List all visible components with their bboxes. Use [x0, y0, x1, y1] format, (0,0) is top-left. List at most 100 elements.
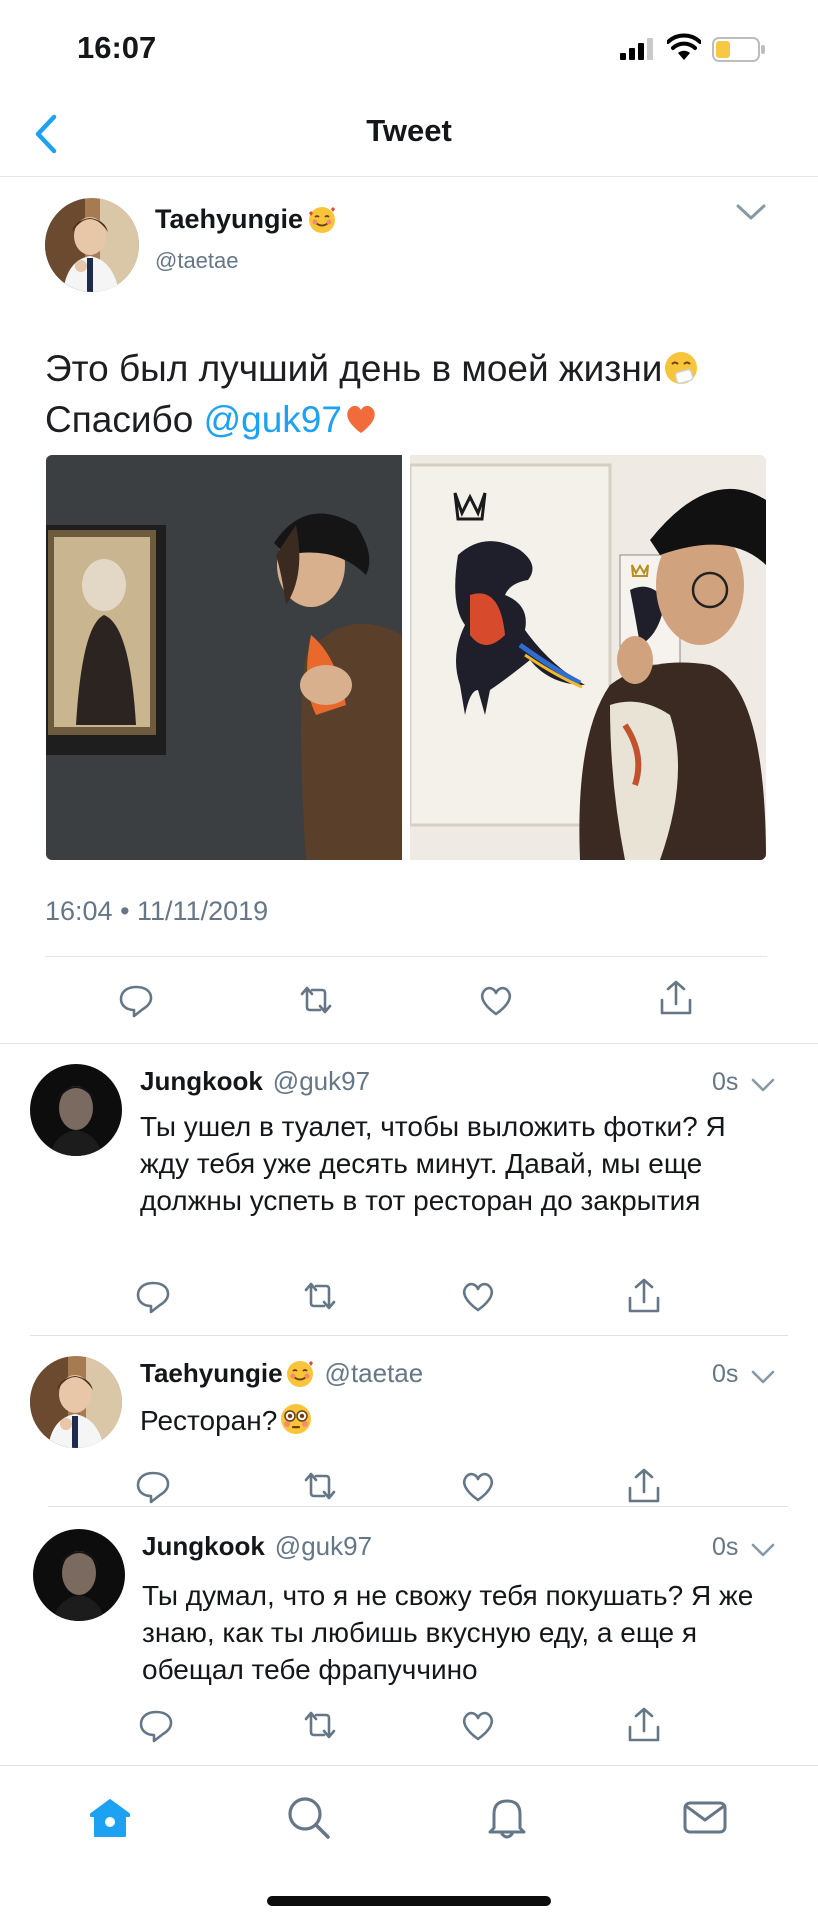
avatar[interactable]	[30, 1064, 122, 1156]
heart-icon	[480, 986, 512, 1016]
author-name[interactable]: Taehyungie	[155, 204, 337, 235]
reply-button[interactable]	[136, 1705, 176, 1745]
status-time: 16:07	[77, 30, 157, 65]
reply-text: Ты думал, что я не свожу тебя покушать? …	[142, 1580, 754, 1685]
chevron-down-icon	[736, 204, 766, 220]
tweet-photo-left[interactable]	[46, 455, 402, 860]
share-button[interactable]	[656, 978, 696, 1018]
heart-icon	[462, 1472, 494, 1502]
author-handle[interactable]: @taetae	[155, 248, 239, 274]
reply-author-name[interactable]: Jungkook	[142, 1531, 265, 1562]
reply-header: Jungkook @guk97	[142, 1531, 372, 1562]
retweet-icon	[300, 986, 332, 1014]
tab-messages[interactable]	[680, 1792, 730, 1842]
reply-button[interactable]	[116, 980, 156, 1020]
tab-home[interactable]	[85, 1792, 135, 1842]
tab-search[interactable]	[283, 1792, 333, 1842]
author-name-text: Taehyungie	[155, 204, 304, 234]
divider	[45, 956, 767, 957]
reply-button[interactable]	[133, 1276, 173, 1316]
page-title: Tweet	[366, 113, 452, 148]
avatar[interactable]	[33, 1529, 125, 1621]
like-button[interactable]	[458, 1466, 498, 1506]
reply-tweet[interactable]: Taehyungie @taetae 0s Ресторан?	[0, 1336, 818, 1516]
messages-icon	[683, 1801, 727, 1834]
heart-icon	[462, 1711, 494, 1741]
retweet-icon	[304, 1282, 336, 1310]
reply-time: 0s	[712, 1068, 739, 1096]
reply-tweet[interactable]: Jungkook @guk97 0s Ты думал, что я не св…	[0, 1507, 818, 1765]
retweet-button[interactable]	[296, 980, 336, 1020]
share-button[interactable]	[624, 1705, 664, 1745]
avatar[interactable]	[30, 1356, 122, 1448]
tweet-actions	[0, 978, 818, 1022]
home-icon	[90, 1799, 130, 1837]
share-icon	[628, 1468, 660, 1503]
share-button[interactable]	[624, 1276, 664, 1316]
tab-notifications[interactable]	[482, 1792, 532, 1842]
reply-button[interactable]	[133, 1466, 173, 1506]
battery-icon	[712, 37, 766, 62]
reply-icon	[139, 1710, 173, 1743]
reply-actions	[0, 1705, 818, 1749]
like-button[interactable]	[458, 1705, 498, 1745]
reply-header: Jungkook @guk97	[140, 1066, 370, 1097]
notifications-icon	[488, 1799, 526, 1839]
mention-link[interactable]: @guk97	[204, 399, 342, 440]
reply-options-button[interactable]	[750, 1076, 776, 1094]
reply-icon	[136, 1471, 170, 1504]
tweet-photo-right[interactable]	[410, 455, 766, 860]
reply-author-handle[interactable]: @taetae	[325, 1358, 424, 1389]
reply-text-content: Ресторан?	[140, 1405, 278, 1436]
reply-author-handle[interactable]: @guk97	[275, 1531, 372, 1562]
reply-text: Ресторан?	[140, 1402, 780, 1439]
reply-icon	[136, 1281, 170, 1314]
share-icon	[660, 980, 692, 1015]
smiling-face-with-hearts-icon	[285, 1359, 315, 1389]
chevron-down-icon	[751, 1543, 775, 1557]
wifi-icon	[667, 33, 701, 61]
chevron-down-icon	[751, 1078, 775, 1092]
tweet-text: Это был лучший день в моей жизни Спасибо…	[45, 343, 765, 445]
smiling-face-with-hearts-icon	[307, 205, 337, 235]
reply-header: Taehyungie @taetae	[140, 1358, 423, 1389]
retweet-button[interactable]	[300, 1705, 340, 1745]
search-icon	[288, 1797, 330, 1839]
reply-icon	[119, 985, 153, 1018]
sneezing-face-icon	[662, 349, 700, 387]
reply-actions	[0, 1466, 818, 1510]
retweet-button[interactable]	[300, 1276, 340, 1316]
navigation-bar: Tweet	[0, 95, 818, 177]
retweet-button[interactable]	[300, 1466, 340, 1506]
reply-author-handle[interactable]: @guk97	[273, 1066, 370, 1097]
reply-author-name[interactable]: Jungkook	[140, 1066, 263, 1097]
reply-options-button[interactable]	[750, 1368, 776, 1386]
flushed-face-icon	[279, 1402, 313, 1436]
share-button[interactable]	[624, 1466, 664, 1506]
orange-heart-icon	[342, 400, 380, 438]
status-bar: 16:07	[0, 0, 818, 95]
retweet-icon	[304, 1472, 336, 1500]
reply-options-button[interactable]	[750, 1541, 776, 1559]
share-icon	[628, 1278, 660, 1313]
tweet-text-part: Спасибо	[45, 399, 204, 440]
reply-actions	[0, 1276, 818, 1320]
reply-time: 0s	[712, 1360, 739, 1388]
avatar[interactable]	[45, 198, 139, 292]
cellular-signal-icon	[620, 38, 656, 60]
chevron-down-icon	[751, 1370, 775, 1384]
like-button[interactable]	[458, 1276, 498, 1316]
tweet-timestamp: 16:04 • 11/11/2019	[45, 896, 269, 926]
tweet-detail-screen: 16:07 Tweet Taehyungie @taetae Это был л…	[0, 0, 818, 1920]
reply-author-name[interactable]: Taehyungie	[140, 1358, 283, 1389]
reply-time: 0s	[712, 1533, 739, 1561]
main-tweet: Taehyungie @taetae Это был лучший день в…	[0, 178, 818, 1043]
reply-text: Ты ушел в туалет, чтобы выложить фотки? …	[140, 1111, 726, 1216]
tweet-text-part: Это был лучший день в моей жизни	[45, 348, 663, 389]
tweet-options-button[interactable]	[734, 200, 768, 224]
reply-tweet[interactable]: Jungkook @guk97 0s Ты ушел в туалет, что…	[0, 1044, 818, 1336]
retweet-icon	[304, 1711, 336, 1739]
heart-icon	[462, 1282, 494, 1312]
home-indicator[interactable]	[267, 1896, 551, 1906]
like-button[interactable]	[476, 980, 516, 1020]
